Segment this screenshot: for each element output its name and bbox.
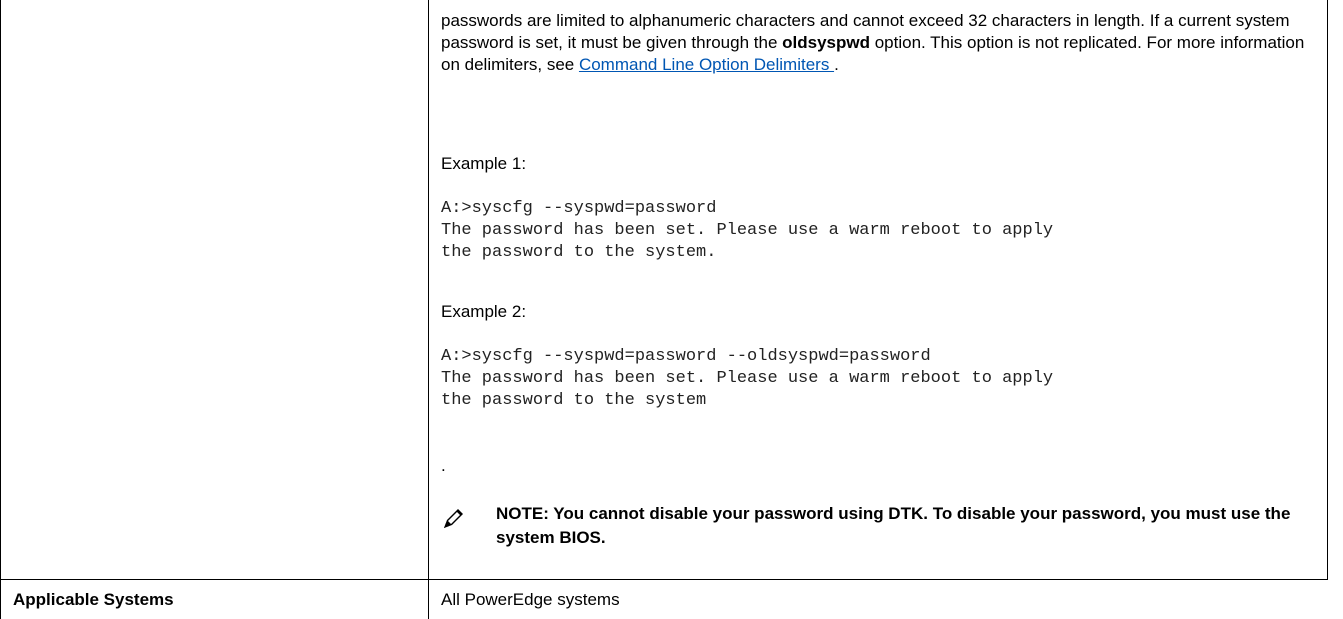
pencil-note-icon (444, 509, 463, 528)
option-name-bold: oldsyspwd (782, 33, 870, 52)
delimiters-link[interactable]: Command Line Option Delimiters (579, 55, 834, 74)
table-right-border (1327, 0, 1328, 579)
example-2-code: A:>syscfg --syspwd=password --oldsyspwd=… (441, 347, 1054, 410)
example-1-code: A:>syscfg --syspwd=password The password… (441, 199, 1054, 262)
table-row-divider (0, 579, 1328, 580)
applicable-systems-value: All PowerEdge systems (441, 590, 620, 609)
option-table: passwords are limited to alphanumeric ch… (0, 0, 1343, 619)
example-2-label: Example 2: (441, 302, 527, 321)
table-left-border (0, 0, 1, 619)
example-1-label: Example 1: (441, 154, 527, 173)
trailing-period: . (441, 456, 446, 475)
table-column-divider (428, 0, 429, 619)
description-paragraph: passwords are limited to alphanumeric ch… (441, 11, 1305, 74)
note-text: NOTE: You cannot disable your password u… (496, 504, 1291, 547)
applicable-systems-label: Applicable Systems (13, 590, 174, 609)
